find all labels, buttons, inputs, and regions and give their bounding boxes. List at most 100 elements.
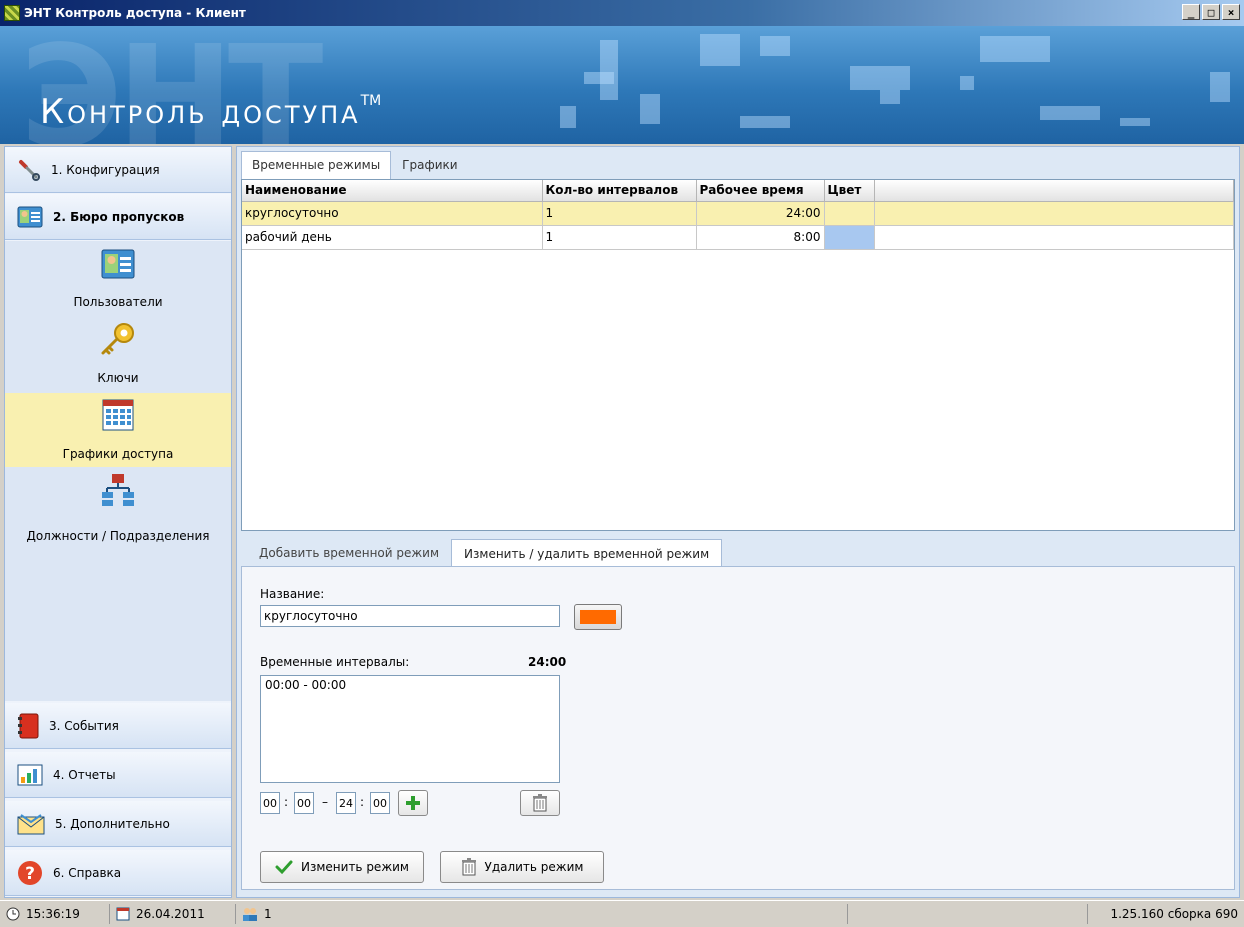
cell-color — [824, 201, 875, 226]
window-title: ЭНТ Контроль доступа - Клиент — [24, 6, 246, 20]
colon-separator: : — [284, 795, 289, 809]
bar-chart-icon — [17, 764, 43, 785]
sidebar-subitem-keys[interactable]: Ключи — [5, 317, 231, 391]
subitem-label: Графики доступа — [62, 447, 174, 461]
subitem-label: Ключи — [97, 371, 139, 385]
subitems-panel: Пользователи Ключи Графики доступа Должн… — [5, 241, 231, 701]
checkmark-icon — [275, 860, 293, 875]
users-icon — [243, 908, 257, 921]
title-bar: ЭНТ Контроль доступа - Клиент _ □ × — [0, 0, 1244, 26]
plus-icon — [406, 796, 420, 810]
status-empty — [848, 904, 1088, 924]
envelope-icon — [17, 813, 45, 834]
delete-mode-button[interactable]: Удалить режим — [440, 851, 604, 883]
to-hours-input[interactable]: 24 — [336, 792, 356, 814]
sidebar-subitem-schedules[interactable]: Графики доступа — [5, 393, 231, 467]
sidebar: 1. Конфигурация 2. Бюро пропусков Пользо… — [4, 146, 232, 898]
subitem-label: Должности / Подразделения — [26, 529, 210, 543]
sidebar-item-help[interactable]: ? 6. Справка — [5, 850, 231, 896]
sidebar-item-reports[interactable]: 4. Отчеты — [5, 752, 231, 798]
close-button[interactable]: × — [1222, 4, 1240, 20]
name-label: Название: — [260, 587, 325, 601]
sidebar-item-label: 3. События — [49, 718, 119, 733]
minimize-button[interactable]: _ — [1182, 4, 1200, 20]
time-modes-grid: Наименование Кол-во интервалов Рабочее в… — [241, 179, 1235, 531]
status-time: 15:36:19 — [0, 904, 110, 924]
color-picker-button[interactable] — [574, 604, 622, 630]
clock-icon — [6, 907, 20, 921]
cell-color — [824, 225, 875, 250]
journal-icon — [18, 713, 39, 738]
org-chart-icon — [102, 474, 134, 506]
maximize-button[interactable]: □ — [1202, 4, 1220, 20]
edit-panel: Название: круглосуточно Временные интерв… — [241, 566, 1235, 890]
column-header-name[interactable]: Наименование — [242, 180, 543, 202]
intervals-label: Временные интервалы: — [260, 655, 410, 669]
sidebar-item-configuration[interactable]: 1. Конфигурация — [5, 147, 231, 193]
tab-schedules[interactable]: Графики — [391, 151, 468, 179]
tab-time-modes[interactable]: Временные режимы — [241, 151, 392, 179]
sidebar-item-label: 6. Справка — [53, 865, 122, 880]
key-icon — [101, 323, 134, 355]
id-card-icon — [17, 206, 43, 227]
sidebar-item-label: 4. Отчеты — [53, 767, 116, 782]
colon-separator: : — [360, 795, 365, 809]
subitem-label: Пользователи — [73, 295, 163, 309]
trash-icon — [461, 858, 476, 876]
sidebar-item-events[interactable]: 3. События — [5, 703, 231, 749]
header-banner: ЭНТ Контроль доступаTM — [0, 26, 1244, 144]
status-users: 1 — [236, 904, 848, 924]
intervals-total: 24:00 — [528, 655, 567, 669]
intervals-list[interactable]: 00:00 - 00:00 — [260, 675, 560, 783]
sidebar-item-pass-bureau[interactable]: 2. Бюро пропусков — [5, 194, 231, 240]
cell-count: 1 — [542, 225, 697, 250]
main-tabs: Временные режимы Графики — [241, 151, 469, 179]
sidebar-item-label: 2. Бюро пропусков — [53, 209, 185, 224]
calendar-icon — [102, 399, 134, 431]
cell-name: круглосуточно — [242, 201, 543, 226]
table-row[interactable]: рабочий день 1 8:00 — [242, 225, 1234, 250]
to-minutes-input[interactable]: 00 — [370, 792, 390, 814]
tab-edit-delete-time-mode[interactable]: Изменить / удалить временной режим — [451, 539, 723, 567]
cell-count: 1 — [542, 201, 697, 226]
help-icon: ? — [18, 860, 42, 885]
delete-mode-label: Удалить режим — [484, 860, 584, 874]
tab-add-time-mode[interactable]: Добавить временной режим — [247, 539, 451, 567]
cell-time: 8:00 — [696, 225, 825, 250]
column-header-color[interactable]: Цвет — [824, 180, 875, 202]
trash-icon — [533, 794, 547, 812]
from-hours-input[interactable]: 00 — [260, 792, 280, 814]
cell-name: рабочий день — [242, 225, 543, 250]
app-icon — [4, 5, 20, 21]
status-bar: 15:36:19 26.04.2011 1 1.25.160 сборка 69… — [0, 900, 1244, 927]
sidebar-subitem-positions[interactable]: Должности / Подразделения — [5, 469, 231, 543]
color-swatch — [580, 610, 616, 624]
delete-interval-button[interactable] — [520, 790, 560, 816]
column-header-intervals[interactable]: Кол-во интервалов — [542, 180, 697, 202]
svg-text:?: ? — [25, 864, 35, 884]
column-header-empty — [874, 180, 1234, 202]
brand-logo: Контроль доступаTM — [40, 92, 382, 132]
table-row[interactable]: круглосуточно 1 24:00 — [242, 201, 1234, 226]
main-panel: Временные режимы Графики Наименование Ко… — [236, 146, 1240, 898]
add-interval-button[interactable] — [398, 790, 428, 816]
column-header-work-time[interactable]: Рабочее время — [696, 180, 825, 202]
cell-time: 24:00 — [696, 201, 825, 226]
from-minutes-input[interactable]: 00 — [294, 792, 314, 814]
status-date: 26.04.2011 — [110, 904, 236, 924]
list-item[interactable]: 00:00 - 00:00 — [265, 678, 555, 692]
edit-mode-button[interactable]: Изменить режим — [260, 851, 424, 883]
dash-separator: – — [322, 795, 328, 809]
wrench-icon — [19, 159, 40, 181]
calendar-icon — [116, 907, 130, 921]
sidebar-item-additional[interactable]: 5. Дополнительно — [5, 801, 231, 847]
edit-tabs: Добавить временной режим Изменить / удал… — [247, 539, 723, 567]
sidebar-item-label: 5. Дополнительно — [55, 816, 170, 831]
sidebar-subitem-users[interactable]: Пользователи — [5, 241, 231, 315]
window-controls: _ □ × — [1182, 4, 1240, 20]
status-version: 1.25.160 сборка 690 — [1110, 907, 1238, 921]
sidebar-item-label: 1. Конфигурация — [51, 162, 160, 177]
user-card-icon — [101, 249, 135, 279]
edit-mode-label: Изменить режим — [301, 860, 409, 874]
name-input[interactable]: круглосуточно — [260, 605, 560, 627]
